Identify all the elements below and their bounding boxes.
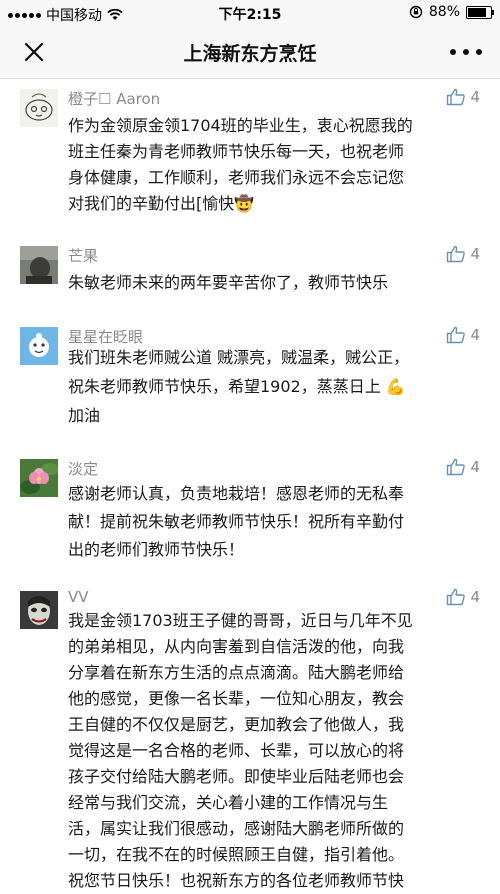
comment-text: 我是金领1703班王子健的哥哥，近日与几年不见 的弟弟相见，从内向害羞到自信活泼… (68, 611, 413, 890)
like-count: 4 (470, 326, 480, 344)
orientation-lock-icon (409, 5, 423, 19)
like-count: 4 (470, 588, 480, 606)
commenter-name: 芒果 (68, 247, 99, 265)
comment-item: 星星在眨眼 4 我们班朱老师贼公道 贼漂亮，贼温柔，贼公正， 祝朱老师教师节快乐… (0, 324, 500, 434)
like-count: 4 (470, 245, 480, 263)
thumbs-up-icon (447, 588, 466, 606)
avatar (20, 246, 58, 284)
comment-item: 橙子☐ Aaron 4 作为金领原金领1704班的毕业生，衷心祝愿我的 班主任秦… (0, 86, 500, 226)
avatar (20, 459, 58, 497)
comment-text: 朱敏老师未来的两年要辛苦你了，教师节快乐 (68, 273, 389, 292)
like-button[interactable]: 4 (446, 245, 480, 263)
status-bar: 中国移动 下午2:15 88% (0, 0, 500, 26)
battery-fill (468, 7, 486, 17)
like-button[interactable]: 4 (446, 88, 480, 106)
thumbs-up-icon (447, 245, 466, 263)
battery-percent: 88% (428, 4, 460, 20)
thumbs-up-icon (447, 458, 466, 476)
like-button[interactable]: 4 (446, 326, 480, 344)
commenter-name: 橙子☐ Aaron (68, 90, 161, 108)
like-button[interactable]: 4 (446, 458, 480, 476)
comment-text: 作为金领原金领1704班的毕业生，衷心祝愿我的 班主任秦为青老师教师节快乐每一天… (68, 116, 413, 213)
more-icon[interactable] (450, 38, 482, 66)
comment-item: 淡定 4 感谢老师认真，负责地栽培！感恩老师的无私奉 献！提前祝朱敏老师教师节快… (0, 456, 500, 566)
battery-icon (466, 5, 494, 19)
page-title: 上海新东方烹饪 (183, 43, 317, 65)
nav-bar: 上海新东方烹饪 (0, 26, 500, 79)
like-count: 4 (470, 88, 480, 106)
thumbs-up-icon (447, 326, 466, 344)
comment-text: 感谢老师认真，负责地栽培！感恩老师的无私奉 献！提前祝朱敏老师教师节快乐！祝所有… (68, 484, 405, 559)
comment-text: 我们班朱老师贼公道 贼漂亮，贼温柔，贼公正， 祝朱老师教师节快乐，希望1902，… (68, 348, 410, 425)
thumbs-up-icon (447, 88, 466, 106)
commenter-name: 淡定 (68, 460, 99, 478)
commenter-name: VV (68, 588, 89, 606)
like-button[interactable]: 4 (446, 588, 480, 606)
close-icon[interactable] (20, 38, 48, 66)
comment-item: VV 4 我是金领1703班王子健的哥哥，近日与几年不见 的弟弟相见，从内向害羞… (0, 588, 500, 890)
comment-item: 芒果 4 朱敏老师未来的两年要辛苦你了，教师节快乐 (0, 243, 500, 303)
like-count: 4 (470, 458, 480, 476)
avatar (20, 327, 58, 365)
status-right: 88% (409, 4, 494, 20)
avatar (20, 89, 58, 127)
avatar (20, 591, 58, 629)
